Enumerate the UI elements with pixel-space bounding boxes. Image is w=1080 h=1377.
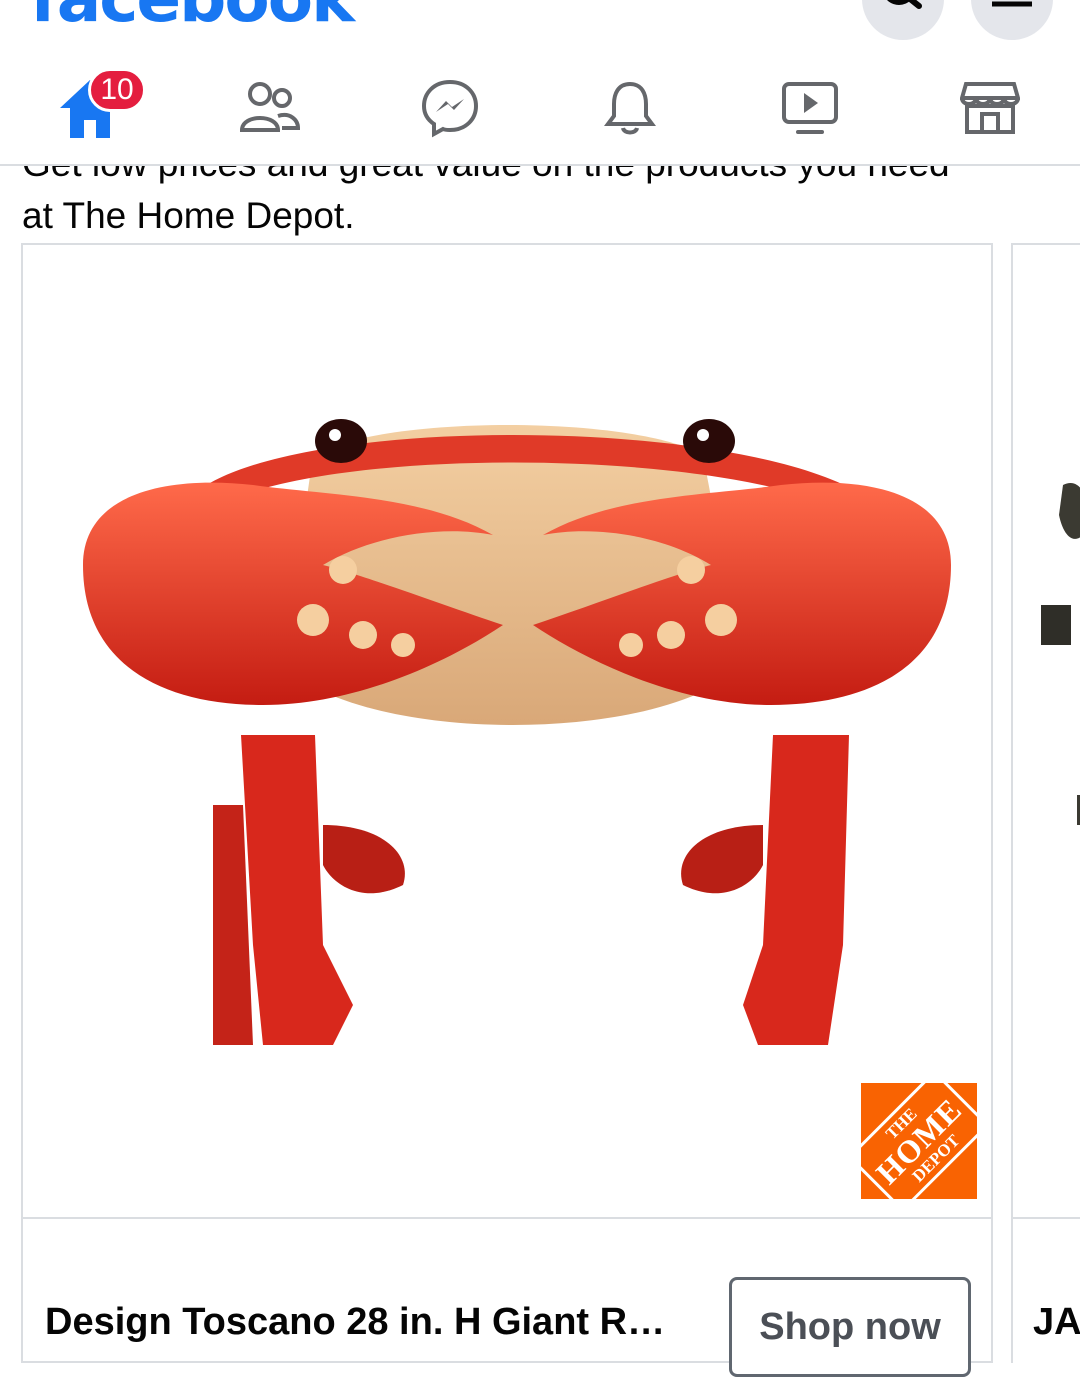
tab-friends[interactable] <box>180 58 360 158</box>
facebook-logo[interactable]: facebook <box>30 0 355 37</box>
tab-watch[interactable] <box>720 58 900 158</box>
top-bar: facebook <box>0 0 1080 40</box>
tab-home[interactable]: 10 <box>0 58 180 158</box>
product-title-partial[interactable]: JA <box>1033 1301 1080 1344</box>
menu-button[interactable] <box>971 0 1053 40</box>
post-text-container: Get low prices and great value on the pr… <box>0 166 1080 246</box>
card-divider <box>1013 1217 1080 1219</box>
video-icon <box>782 82 838 134</box>
product-title[interactable]: Design Toscano 28 in. H Giant Red Crab S… <box>45 1301 685 1344</box>
search-button[interactable] <box>862 0 944 40</box>
friends-icon <box>239 82 301 132</box>
bell-icon <box>604 81 656 135</box>
tab-messenger[interactable] <box>360 58 540 158</box>
tab-notifications[interactable] <box>540 58 720 158</box>
messenger-icon <box>421 79 479 138</box>
hamburger-icon <box>992 1 1032 7</box>
notification-count-badge: 10 <box>88 68 146 112</box>
nav-bar: 10 <box>0 58 1080 166</box>
carousel-card-next[interactable]: JA <box>1011 243 1080 1363</box>
store-icon <box>960 82 1020 134</box>
crab-stool-illustration <box>83 419 951 1045</box>
post-text: Get low prices and great value on the pr… <box>22 166 1032 242</box>
home-depot-logo: THE HOME DEPOT <box>847 1069 991 1213</box>
product-image-partial <box>1041 483 1080 825</box>
carousel-card[interactable]: THE HOME DEPOT Design Toscano 28 in. H G… <box>21 243 993 1377</box>
post-text-line-1: Get low prices and great value on the pr… <box>22 166 1032 190</box>
post-text-line-2: at The Home Depot. <box>22 195 355 236</box>
search-icon <box>886 0 922 9</box>
tab-marketplace[interactable] <box>900 58 1080 158</box>
product-image[interactable]: THE HOME DEPOT <box>23 245 991 1219</box>
shop-now-button[interactable]: Shop now <box>729 1277 971 1377</box>
